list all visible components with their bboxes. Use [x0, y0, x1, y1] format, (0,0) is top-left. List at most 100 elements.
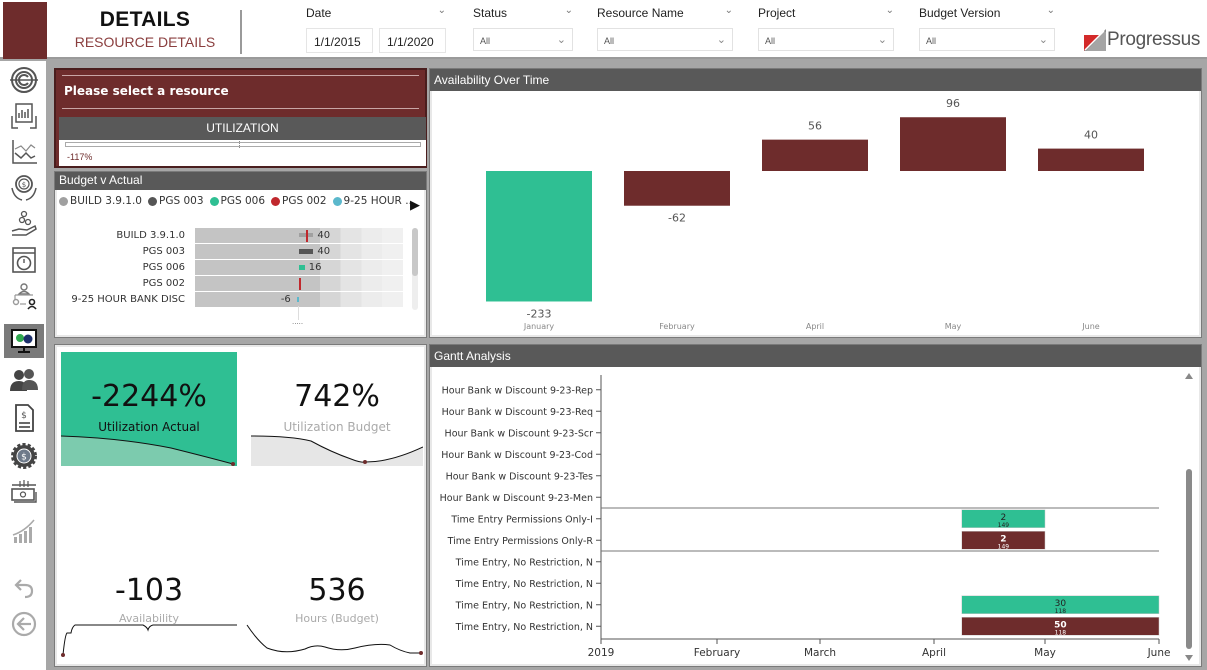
- chevron-down-icon[interactable]: ⌄: [1047, 5, 1055, 16]
- bullet-value: 40: [317, 230, 331, 241]
- bullet-row[interactable]: PGS 002: [55, 276, 425, 291]
- bullet-track: [195, 276, 403, 291]
- x-tick-label: March: [804, 647, 836, 659]
- status-select[interactable]: All ⌄: [473, 28, 573, 51]
- budget-version-filter: Budget Version ⌄ All ⌄: [919, 5, 1055, 51]
- resource-name-select[interactable]: All ⌄: [597, 28, 733, 51]
- waterfall-bar[interactable]: [900, 117, 1006, 171]
- legend-dot: [332, 196, 342, 206]
- dollar-gear-icon: $: [11, 443, 37, 469]
- undo-icon: [14, 579, 34, 599]
- cash-icon: [11, 480, 37, 503]
- bullet-track: [195, 292, 403, 307]
- sidebar-item-growth[interactable]: [4, 514, 44, 548]
- bullet-label: PGS 002: [142, 278, 185, 289]
- chevron-down-icon[interactable]: ⌄: [565, 5, 573, 16]
- bullet-label: 9-25 HOUR BANK DISC: [71, 294, 185, 305]
- sidebar-item-invoices[interactable]: $: [4, 401, 44, 435]
- date-from-input[interactable]: 1/1/2015: [306, 28, 373, 53]
- availability-title: Availability Over Time: [430, 69, 1201, 91]
- legend-label: PGS 006: [220, 195, 266, 207]
- sidebar-item-billing-settings[interactable]: $: [4, 439, 44, 473]
- bullet-row[interactable]: BUILD 3.9.1.0 40: [55, 228, 425, 243]
- scroll-up-icon[interactable]: [1185, 373, 1193, 379]
- bullet-track: [195, 228, 403, 243]
- utilization-body: -117%: [59, 140, 426, 166]
- date-filter-label: Date: [306, 6, 332, 20]
- legend-next-arrow-icon[interactable]: ▶: [410, 198, 420, 213]
- budget-version-select[interactable]: All ⌄: [919, 28, 1055, 51]
- budget-version-select-value: All: [926, 36, 937, 46]
- sidebar-item-reports[interactable]: [4, 99, 44, 133]
- waterfall-bar[interactable]: [762, 139, 868, 171]
- sidebar-item-timesheet[interactable]: [4, 243, 44, 277]
- utilization-marker: [239, 141, 240, 148]
- sidebar-item-trends[interactable]: [4, 135, 44, 169]
- waterfall-bar[interactable]: [1038, 148, 1144, 171]
- bullet-value: 16: [308, 262, 322, 273]
- line-chart-icon: [12, 140, 37, 164]
- waterfall-bar[interactable]: [624, 171, 730, 206]
- legend-item[interactable]: PGS 002: [271, 195, 327, 207]
- sidebar-item-details[interactable]: [4, 324, 44, 358]
- legend-item[interactable]: BUILD 3.9.1.0: [59, 195, 142, 207]
- budget-version-filter-label: Budget Version: [919, 6, 1001, 20]
- divider: [62, 75, 419, 76]
- legend-item[interactable]: PGS 006: [209, 195, 266, 207]
- legend-dot: [148, 196, 157, 206]
- return-button[interactable]: [4, 607, 44, 641]
- gantt-row-label: Hour Bank w Discount 9-23-Tes: [446, 471, 593, 482]
- scrollbar-thumb[interactable]: [412, 228, 418, 276]
- chevron-down-icon: ⌄: [1038, 34, 1048, 46]
- svg-text:$: $: [21, 453, 27, 463]
- data-label: 56: [808, 120, 822, 133]
- gantt-bar-sublabel: 118: [1055, 608, 1067, 615]
- utilization-value: -117%: [67, 152, 93, 162]
- bullet-row[interactable]: PGS 003 40: [55, 244, 425, 259]
- date-to-input[interactable]: 1/1/2020: [379, 28, 446, 53]
- gantt-row-label: Hour Bank w Discount 9-23-Men: [440, 493, 593, 504]
- waterfall-bar[interactable]: [486, 171, 592, 302]
- bullet-target-marker: [306, 230, 309, 242]
- sidebar-item-org[interactable]: [4, 279, 44, 313]
- scrollbar[interactable]: [412, 228, 418, 310]
- gantt-row-label: Time Entry Permissions Only-I: [450, 514, 593, 525]
- back-button[interactable]: [4, 571, 44, 605]
- project-select[interactable]: All ⌄: [758, 28, 894, 51]
- gantt-row-label: Time Entry, No Restriction, N: [455, 557, 593, 568]
- kpi-label: Utilization Budget: [283, 420, 391, 434]
- bullet-row[interactable]: 9-25 HOUR BANK DISC -6: [55, 292, 425, 307]
- chevron-down-icon[interactable]: ⌄: [725, 5, 733, 16]
- gantt-scrollbar[interactable]: [1183, 369, 1195, 665]
- sidebar-item-overview[interactable]: [4, 63, 44, 97]
- kpi-panel: -2244% Utilization Actual 742% Utilizati…: [54, 344, 427, 667]
- project-filter: Project ⌄ All ⌄: [758, 5, 894, 51]
- report-hands-icon: [11, 103, 37, 129]
- scrollbar-thumb[interactable]: [1186, 469, 1192, 649]
- invoice-icon: $: [15, 404, 34, 432]
- sidebar-item-resources[interactable]: [4, 363, 44, 397]
- gantt-bar-sublabel: 149: [998, 522, 1010, 529]
- bullet-label: BUILD 3.9.1.0: [116, 230, 185, 241]
- bullet-label: PGS 006: [142, 262, 185, 273]
- chevron-down-icon[interactable]: ⌄: [886, 5, 894, 16]
- sidebar-item-cash[interactable]: [4, 476, 44, 510]
- sidebar-item-finance[interactable]: $: [4, 171, 44, 205]
- legend-item[interactable]: 9-25 HOUR ...: [332, 195, 415, 207]
- svg-text:$: $: [22, 181, 26, 189]
- x-tick-label: May: [1034, 647, 1056, 659]
- data-label: -233: [527, 307, 552, 320]
- scroll-down-icon[interactable]: [1185, 655, 1193, 661]
- gantt-row-label: Hour Bank w Discount 9-23-Rep: [442, 385, 593, 396]
- chevron-down-icon[interactable]: ⌄: [438, 5, 446, 16]
- legend-item[interactable]: PGS 003: [148, 195, 204, 207]
- x-tick-label: April: [806, 322, 824, 331]
- date-filter: Date ⌄ 1/1/2015 1/1/2020: [306, 5, 446, 53]
- budget-v-actual-title: Budget v Actual: [55, 172, 426, 190]
- kpi-utilization-budget: 742% Utilization Budget: [251, 379, 423, 434]
- availability-chart: -233 January -62 February 56 April 96 May 40 June: [486, 97, 1144, 331]
- sidebar-item-budget[interactable]: [4, 207, 44, 241]
- bullet-row[interactable]: PGS 006 16: [55, 260, 425, 275]
- x-tick-label: January: [523, 322, 555, 331]
- kpi-value: -103: [114, 573, 184, 608]
